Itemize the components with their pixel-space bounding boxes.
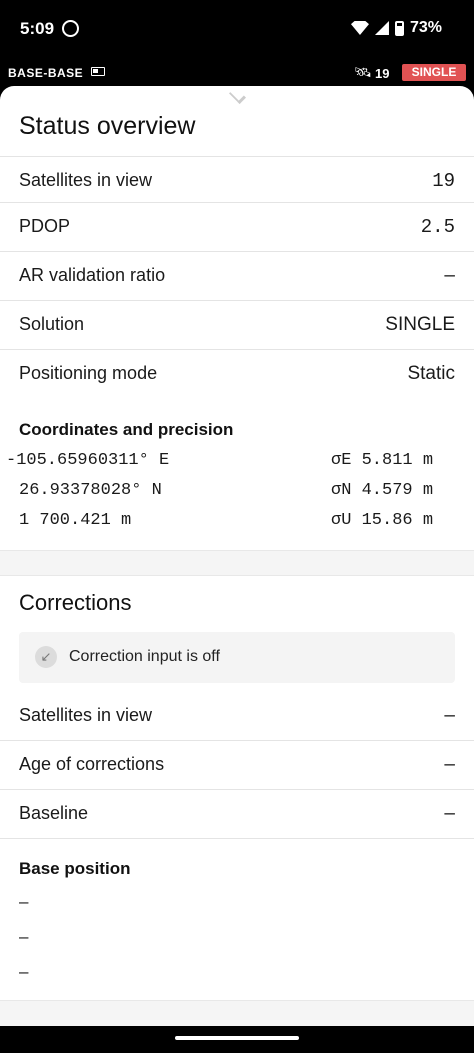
home-gesture-handle[interactable]: [175, 1036, 299, 1040]
row-value: 19: [432, 170, 455, 192]
row-label: Positioning mode: [19, 363, 158, 383]
row-label: AR validation ratio: [19, 265, 166, 285]
row-positioning-mode: Positioning mode Static: [0, 349, 474, 398]
sigma-east: σE 5.811 m: [331, 451, 434, 470]
row-value: –: [444, 265, 455, 286]
row-solution: Solution SINGLE: [0, 300, 474, 349]
row-satellites-in-view: Satellites in view 19: [0, 156, 474, 205]
solution-badge: SINGLE: [402, 64, 466, 81]
sigma-north: σN 4.579 m: [331, 481, 434, 500]
row-pdop: PDOP 2.5: [0, 202, 474, 251]
row-label: Satellites in view: [19, 705, 153, 725]
satellite-count: 19: [375, 66, 390, 81]
correction-info-banner: ↙ Correction input is off: [19, 632, 455, 683]
battery-percent: 73%: [409, 19, 442, 36]
row-value: SINGLE: [385, 314, 455, 335]
coord-altitude: 1 700.421 m: [19, 511, 132, 530]
base-line: –: [19, 962, 29, 981]
page-title: Status overview: [19, 112, 196, 140]
row-value: Static: [407, 363, 455, 384]
wifi-icon: [350, 21, 369, 35]
section-divider: [0, 1000, 474, 1026]
row-label: Satellites in view: [19, 170, 153, 190]
battery-icon: [394, 20, 404, 36]
row-value: –: [444, 754, 455, 775]
row-value: –: [444, 803, 455, 824]
status-sheet: Status overview Satellites in view 19 PD…: [0, 86, 474, 1026]
coordinates-heading: Coordinates and precision: [19, 420, 234, 439]
system-status-bar: 5:09 73%: [0, 0, 474, 58]
row-label: Solution: [19, 314, 85, 334]
row-value: –: [444, 705, 455, 726]
row-label: Baseline: [19, 803, 89, 823]
device-name: BASE-BASE: [8, 66, 84, 80]
arrow-down-left-icon: ↙: [35, 646, 57, 668]
row-corrections-satellites: Satellites in view –: [0, 692, 474, 741]
coord-latitude: 26.93378028° N: [19, 481, 162, 500]
row-baseline: Baseline –: [0, 789, 474, 838]
row-label: PDOP: [19, 216, 71, 236]
navigation-bar: [0, 1026, 474, 1053]
clock: 5:09: [20, 19, 55, 38]
row-ar-validation-ratio: AR validation ratio –: [0, 251, 474, 300]
satellite-icon: 🛰: [354, 64, 372, 80]
corrections-title: Corrections: [19, 590, 132, 615]
chevron-down-icon[interactable]: [225, 92, 249, 102]
section-divider: [0, 550, 474, 576]
base-line: –: [19, 927, 29, 946]
info-text: Correction input is off: [69, 648, 220, 665]
whatsapp-icon: [62, 20, 79, 37]
status-icons: 73%: [350, 19, 442, 37]
coord-longitude: -105.65960311° E: [6, 451, 170, 470]
device-status-bar[interactable]: BASE-BASE 🛰 19 SINGLE: [0, 58, 474, 88]
row-label: Age of corrections: [19, 754, 165, 774]
base-position-heading: Base position: [19, 859, 131, 878]
row-value: 2.5: [420, 216, 455, 238]
base-line: –: [19, 892, 29, 911]
cell-signal-icon: [374, 21, 389, 35]
divider: [0, 838, 474, 839]
row-age-of-corrections: Age of corrections –: [0, 740, 474, 789]
device-battery-icon: [91, 67, 105, 76]
sigma-up: σU 15.86 m: [331, 511, 434, 530]
